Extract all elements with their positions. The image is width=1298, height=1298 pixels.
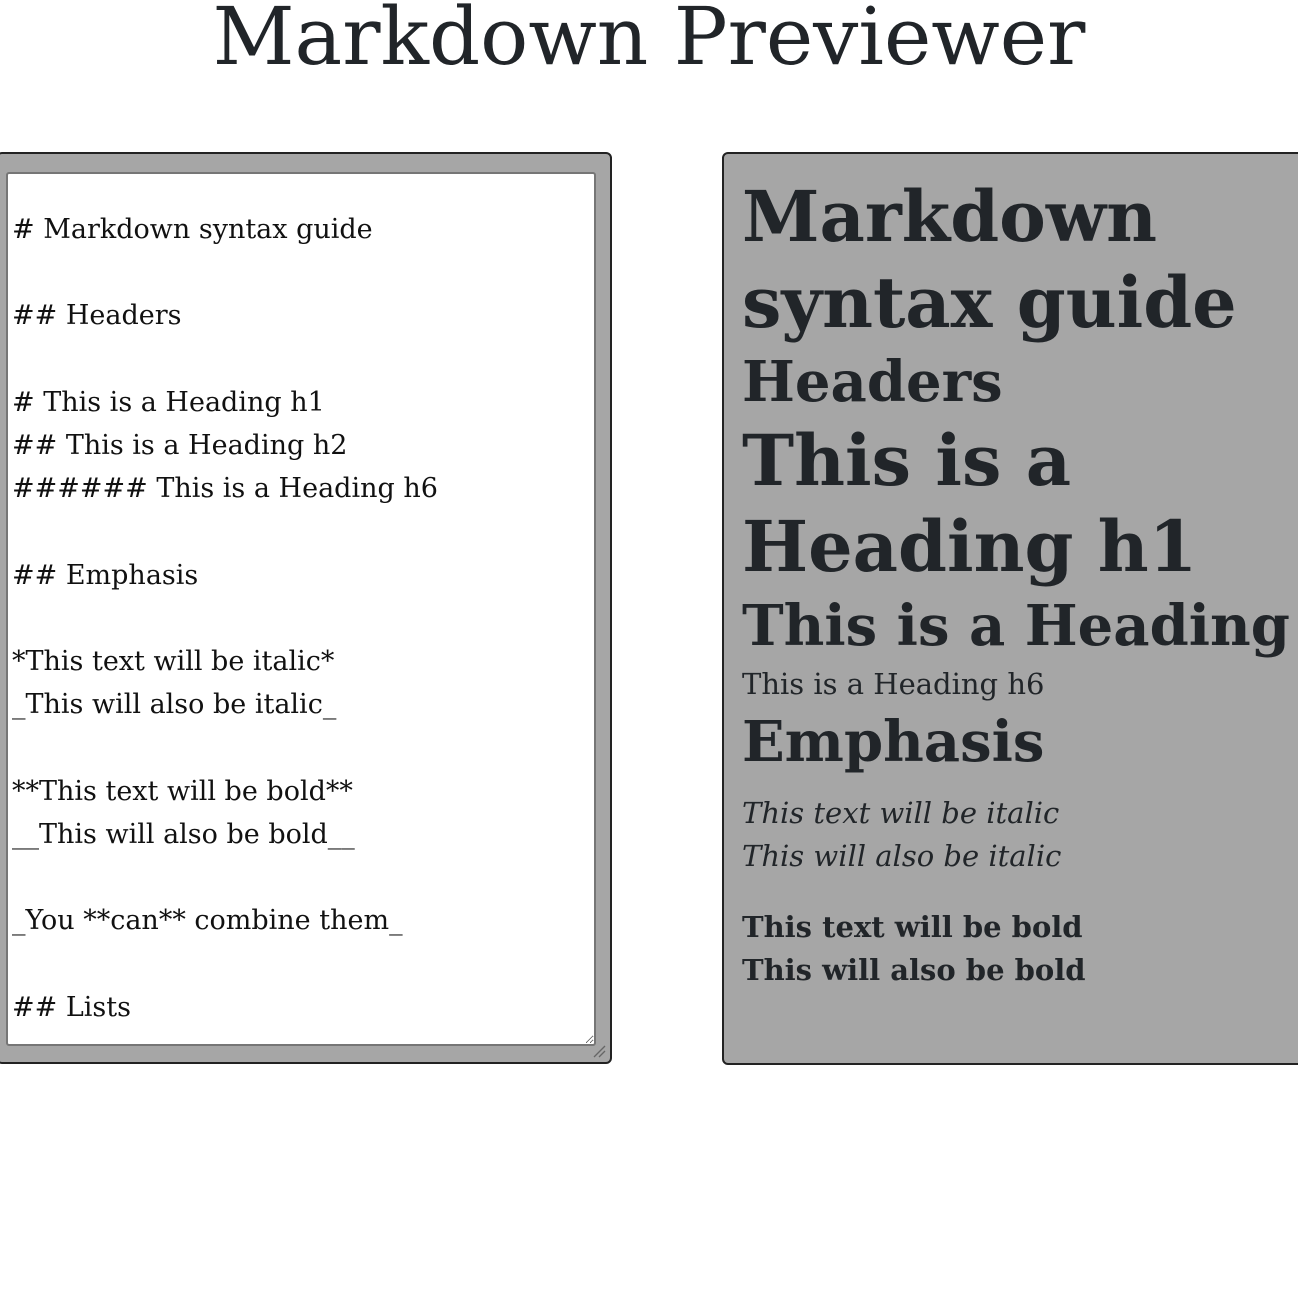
preview-panel: Markdown syntax guide Headers This is a … bbox=[722, 152, 1298, 1065]
preview-italic-text-2: This will also be italic bbox=[742, 839, 1062, 873]
page-title: Markdown Previewer bbox=[212, 0, 1086, 83]
preview-heading-h6-example: This is a Heading h6 bbox=[742, 667, 1045, 701]
preview-heading-h2-emphasis: Emphasis bbox=[742, 709, 1045, 775]
preview-bold-text-2: This will also be bold bbox=[742, 953, 1086, 987]
preview-paragraph-italic: This text will be italic This will also … bbox=[742, 792, 1298, 878]
editor-panel bbox=[0, 152, 612, 1064]
preview-content: Markdown syntax guide Headers This is a … bbox=[742, 174, 1298, 992]
preview-heading-h1-guide: Markdown syntax guide bbox=[742, 175, 1237, 344]
preview-paragraph-bold: This text will be bold This will also be… bbox=[742, 906, 1298, 992]
resize-grip-icon[interactable] bbox=[592, 1044, 606, 1058]
markdown-editor-textarea[interactable] bbox=[6, 172, 596, 1046]
preview-heading-h2-headers: Headers bbox=[742, 349, 1003, 415]
preview-heading-h2-example: This is a Heading h2 bbox=[742, 593, 1298, 659]
preview-heading-h1-example: This is a Heading h1 bbox=[742, 419, 1198, 588]
preview-bold-text-1: This text will be bold bbox=[742, 910, 1083, 944]
preview-italic-text-1: This text will be italic bbox=[742, 796, 1060, 830]
